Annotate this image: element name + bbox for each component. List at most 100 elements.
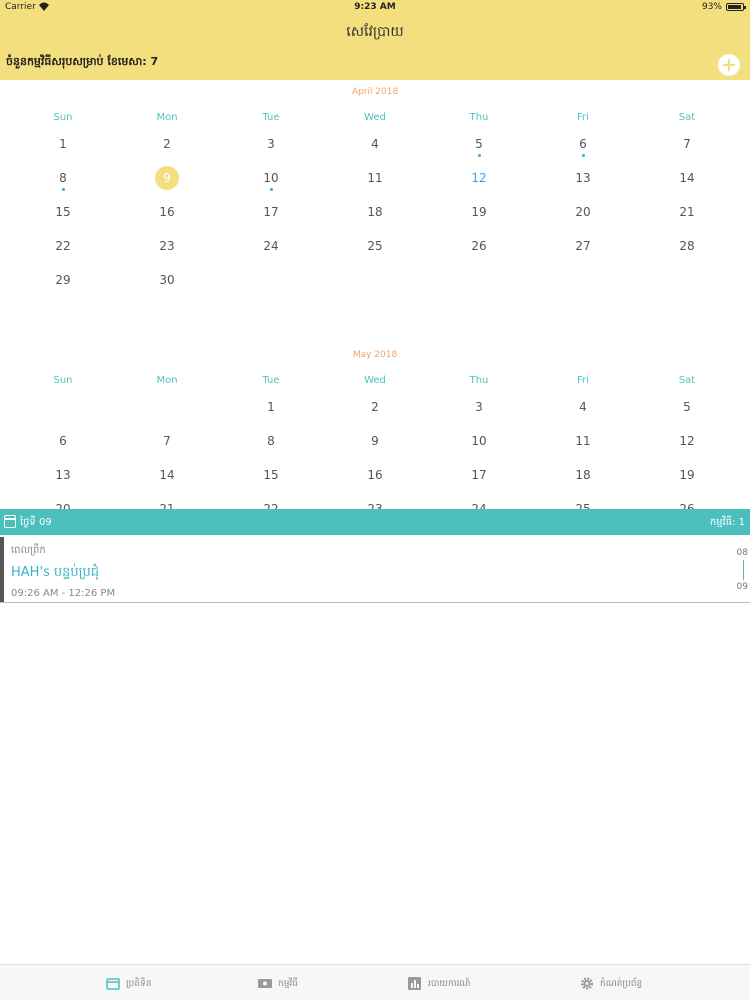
- calendar-day[interactable]: 30: [115, 270, 219, 290]
- day-number: 26: [679, 502, 695, 509]
- calendar-day[interactable]: 26: [635, 499, 739, 509]
- calendar-icon: [4, 515, 16, 528]
- calendar-day[interactable]: 10: [219, 168, 323, 191]
- tab-reports[interactable]: របាយការណ៍: [396, 965, 583, 1000]
- day-number: 13: [575, 171, 591, 185]
- calendar-day[interactable]: 19: [635, 465, 739, 485]
- day-number: 23: [159, 239, 175, 253]
- battery-icon: [726, 3, 746, 11]
- calendar-day[interactable]: 14: [635, 168, 739, 188]
- battery-percent: 93%: [701, 2, 722, 12]
- calendar-day[interactable]: 1: [219, 397, 323, 417]
- status-bar: Carrier 9:23 AM 93%: [0, 0, 750, 14]
- calendar-day[interactable]: 29: [11, 270, 115, 290]
- day-number: 13: [55, 468, 71, 482]
- calendar-day[interactable]: 9: [115, 166, 219, 190]
- calendar-day[interactable]: 27: [531, 236, 635, 256]
- calendar-day[interactable]: 23: [323, 499, 427, 509]
- calendar-day[interactable]: 23: [115, 236, 219, 256]
- gear-icon: [580, 977, 594, 990]
- calendar-day[interactable]: 5: [427, 134, 531, 157]
- calendar-day[interactable]: 6: [11, 431, 115, 451]
- calendar-day[interactable]: 17: [219, 202, 323, 222]
- calendar-day[interactable]: 20: [531, 202, 635, 222]
- selected-day-bar: ថ្ងៃទី 09 កម្មវិធី: 1: [0, 509, 750, 535]
- day-number: 20: [55, 502, 71, 509]
- calendar-day[interactable]: 4: [323, 134, 427, 154]
- calendar-day[interactable]: 20: [11, 499, 115, 509]
- calendar-day[interactable]: 21: [115, 499, 219, 509]
- calendar-day[interactable]: 22: [219, 499, 323, 509]
- calendar-day[interactable]: 25: [323, 236, 427, 256]
- calendar-day[interactable]: 26: [427, 236, 531, 256]
- calendar-day[interactable]: 3: [219, 134, 323, 154]
- calendar-day[interactable]: 1: [11, 134, 115, 154]
- calendar-day[interactable]: 10: [427, 431, 531, 451]
- calendar-day[interactable]: 17: [427, 465, 531, 485]
- weekday-label: Mon: [156, 112, 178, 123]
- event-time-range: 09:26 AM - 12:26 PM: [11, 588, 116, 599]
- chart-icon: [408, 977, 421, 990]
- calendar-day[interactable]: 16: [115, 202, 219, 222]
- calendar-day[interactable]: 13: [531, 168, 635, 188]
- calendar-day[interactable]: 7: [635, 134, 739, 154]
- day-number: 22: [55, 239, 71, 253]
- calendar-day[interactable]: 28: [635, 236, 739, 256]
- tab-label: កំណត់ប្រព័ន្ធ: [600, 979, 643, 989]
- day-number: 8: [59, 171, 67, 185]
- day-number: 15: [55, 205, 71, 219]
- day-number: 23: [367, 502, 383, 509]
- calendar-day[interactable]: 21: [635, 202, 739, 222]
- calendar-day[interactable]: 2: [115, 134, 219, 154]
- calendar-scroll[interactable]: April 2018 Sun Mon Tue Wed Thu Fri Sat 1 2 3 4 5 6 7 8…: [0, 80, 750, 509]
- time-line: [743, 560, 744, 580]
- add-event-button[interactable]: [718, 54, 740, 76]
- calendar-day[interactable]: 19: [427, 202, 531, 222]
- day-number: 3: [267, 137, 275, 151]
- day-number: 3: [475, 400, 483, 414]
- calendar-day[interactable]: 15: [11, 202, 115, 222]
- calendar-day[interactable]: 13: [11, 465, 115, 485]
- event-row[interactable]: ពេលព្រឹក HAH's បន្ទប់ប្រជុំ 09:26 AM - 1…: [0, 537, 750, 603]
- calendar-day[interactable]: 9: [323, 431, 427, 451]
- calendar-day[interactable]: 16: [323, 465, 427, 485]
- calendar-day[interactable]: 4: [531, 397, 635, 417]
- calendar-day[interactable]: 11: [323, 168, 427, 188]
- day-number: 10: [471, 434, 487, 448]
- weekday-label: Thu: [469, 375, 489, 386]
- calendar-day[interactable]: 24: [427, 499, 531, 509]
- event-color-bar: [0, 537, 4, 602]
- calendar-day[interactable]: 25: [531, 499, 635, 509]
- day-number: 16: [367, 468, 383, 482]
- clock: 9:23 AM: [354, 2, 396, 12]
- calendar-day[interactable]: 18: [323, 202, 427, 222]
- tab-label: កម្មវិធី: [278, 979, 298, 989]
- calendar-day[interactable]: 3: [427, 397, 531, 417]
- calendar-day[interactable]: 7: [115, 431, 219, 451]
- calendar-day[interactable]: 12: [635, 431, 739, 451]
- day-number: 15: [263, 468, 279, 482]
- calendar-day[interactable]: 14: [115, 465, 219, 485]
- calendar-day[interactable]: 11: [531, 431, 635, 451]
- calendar-day[interactable]: 8: [219, 431, 323, 451]
- calendar-day[interactable]: 18: [531, 465, 635, 485]
- event-category: ពេលព្រឹក: [11, 545, 46, 556]
- weekday-label: Sun: [53, 112, 73, 123]
- weekday-label: Fri: [577, 112, 589, 123]
- calendar-day[interactable]: 15: [219, 465, 323, 485]
- day-number: 8: [267, 434, 275, 448]
- day-number: 27: [575, 239, 591, 253]
- event-name: HAH's បន្ទប់ប្រជុំ: [11, 565, 100, 580]
- calendar-day[interactable]: 8: [11, 168, 115, 191]
- day-number: 30: [159, 273, 175, 287]
- calendar-day[interactable]: 12: [427, 168, 531, 188]
- calendar-day[interactable]: 5: [635, 397, 739, 417]
- day-number: 17: [263, 205, 279, 219]
- calendar-day[interactable]: 2: [323, 397, 427, 417]
- day-number: 7: [683, 137, 691, 151]
- calendar-day[interactable]: 6: [531, 134, 635, 157]
- calendar-day[interactable]: 24: [219, 236, 323, 256]
- calendar-day[interactable]: 22: [11, 236, 115, 256]
- tab-settings[interactable]: កំណត់ប្រព័ន្ធ: [568, 965, 750, 1000]
- day-number: 6: [59, 434, 67, 448]
